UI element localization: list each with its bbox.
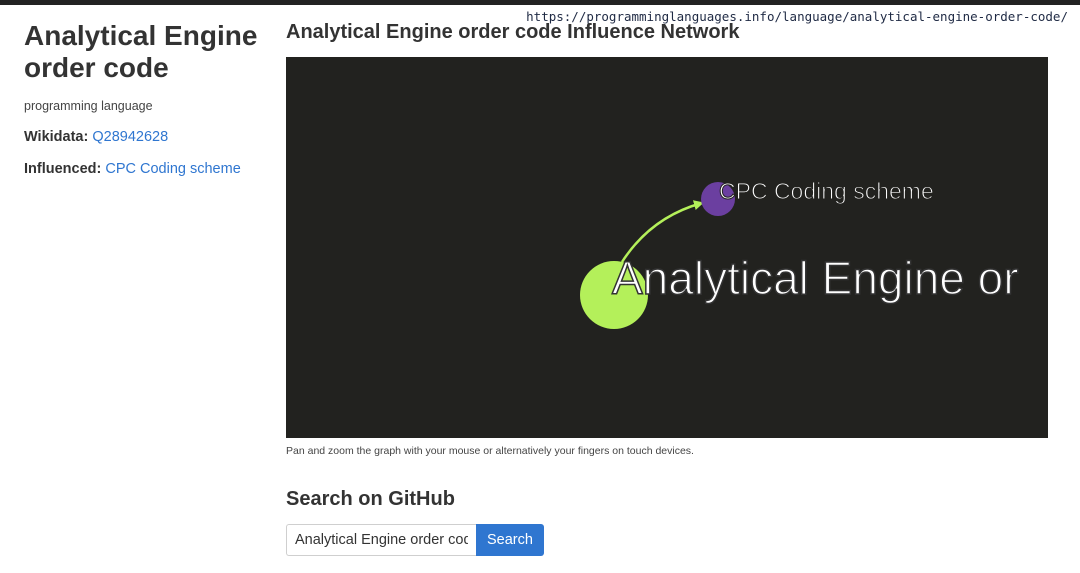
language-title: Analytical Engine order code — [24, 20, 258, 83]
influenced-link[interactable]: CPC Coding scheme — [105, 161, 240, 177]
graph-caption: Pan and zoom the graph with your mouse o… — [286, 445, 694, 457]
graph-node-label-analytical-engine: Analytical Engine or — [612, 252, 1019, 304]
wikidata-line: Wikidata: Q28942628 — [24, 129, 264, 145]
language-type: programming language — [24, 99, 153, 113]
top-bar — [0, 0, 1080, 5]
wikidata-label: Wikidata: — [24, 129, 89, 145]
influenced-label: Influenced: — [24, 161, 102, 177]
sidebar: Analytical Engine order code programming… — [24, 20, 264, 177]
wikidata-link[interactable]: Q28942628 — [92, 129, 168, 145]
github-search-form: Search — [286, 524, 544, 556]
graph-title: Analytical Engine order code Influence N… — [286, 21, 740, 43]
github-search-button[interactable]: Search — [476, 524, 544, 556]
influenced-line: Influenced: CPC Coding scheme — [24, 161, 264, 177]
main-content: Analytical Engine order code Influence N… — [286, 20, 1048, 556]
github-search-title: Search on GitHub — [286, 488, 455, 510]
graph-svg[interactable]: CPC Coding scheme Analytical Engine or — [286, 57, 1048, 438]
github-search-input[interactable] — [286, 524, 476, 556]
graph-node-label-cpc: CPC Coding scheme — [719, 178, 934, 204]
influence-graph[interactable]: CPC Coding scheme Analytical Engine or — [286, 57, 1048, 438]
